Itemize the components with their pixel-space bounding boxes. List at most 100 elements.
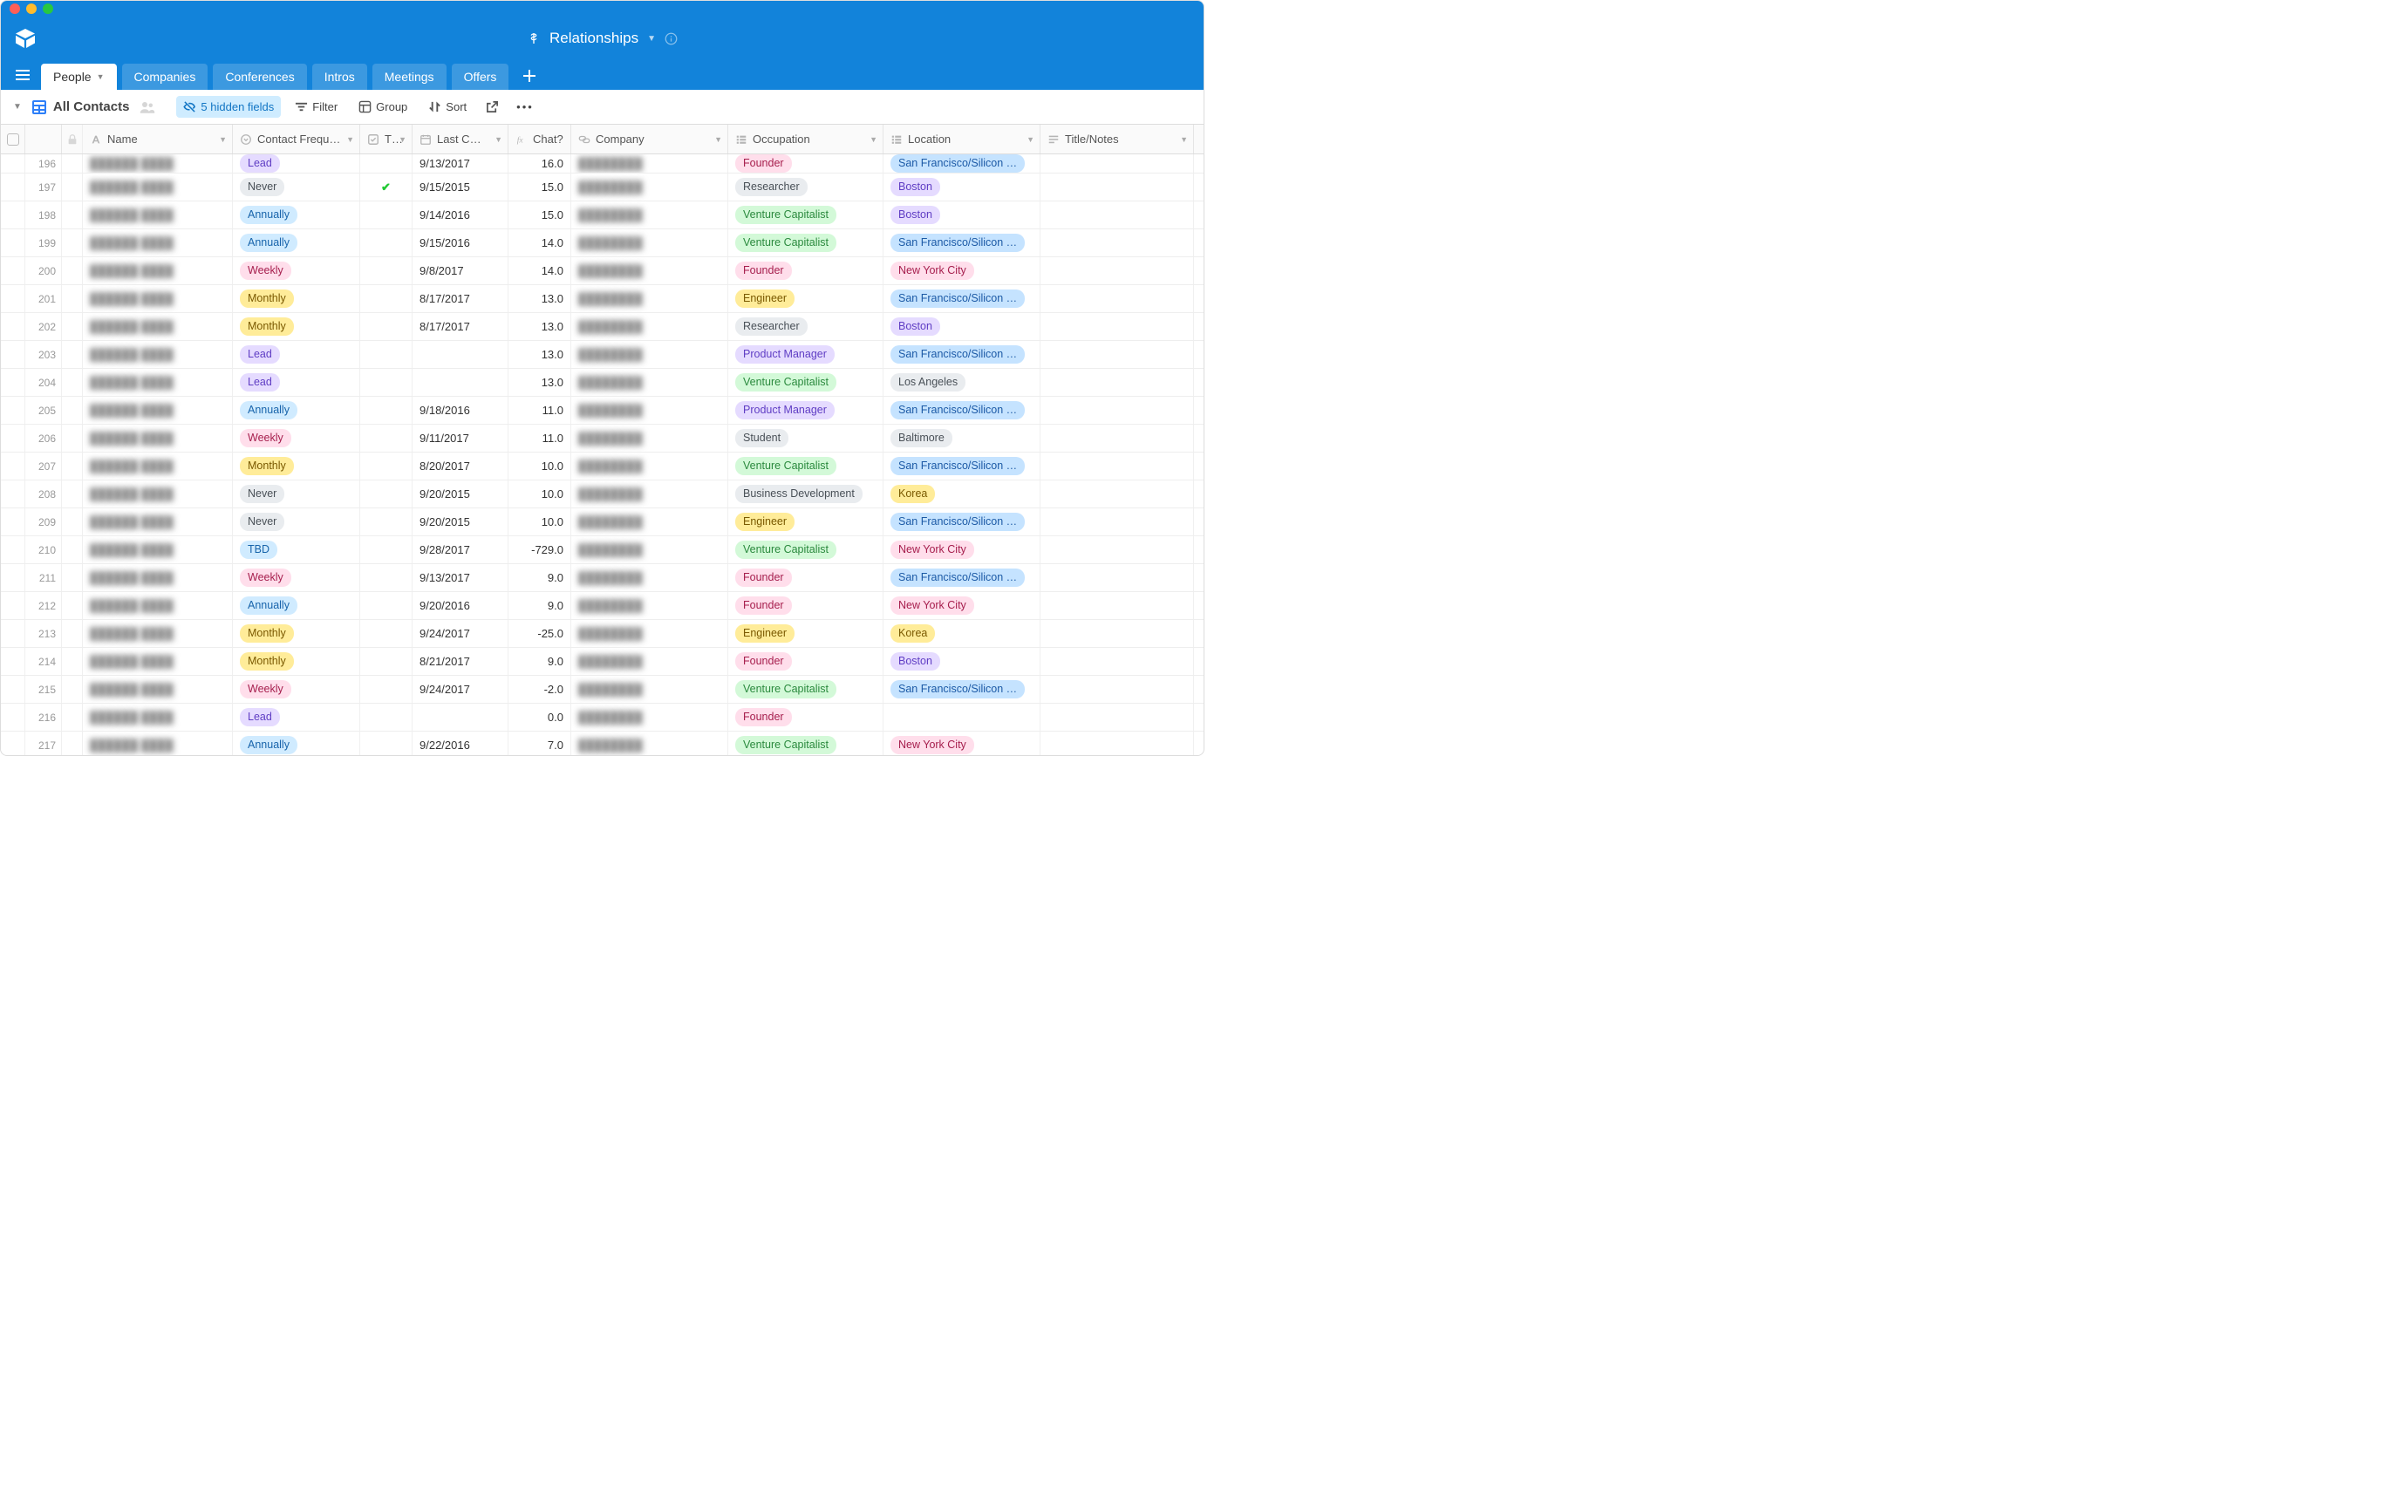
company-cell[interactable]: ████████	[571, 564, 728, 591]
chat-cell[interactable]: 13.0	[508, 369, 571, 396]
location-cell[interactable]: New York City	[883, 592, 1040, 619]
location-cell[interactable]: San Francisco/Silicon …	[883, 285, 1040, 312]
location-cell[interactable]: New York City	[883, 536, 1040, 563]
row-checkbox-cell[interactable]	[1, 229, 25, 256]
t-cell[interactable]	[360, 341, 413, 368]
window-zoom-button[interactable]	[43, 3, 53, 14]
row-checkbox-cell[interactable]	[1, 257, 25, 284]
location-cell[interactable]: San Francisco/Silicon …	[883, 397, 1040, 424]
row-checkbox-cell[interactable]	[1, 732, 25, 755]
table-row[interactable]: 207██████ ████Monthly8/20/201710.0██████…	[1, 453, 1204, 480]
chat-cell[interactable]: 13.0	[508, 285, 571, 312]
last-c-cell[interactable]	[413, 369, 508, 396]
occupation-cell[interactable]: Founder	[728, 257, 883, 284]
column-header-contact-frequency[interactable]: Contact Frequ…▼	[233, 125, 360, 153]
contact-frequency-cell[interactable]: Monthly	[233, 620, 360, 647]
table-row[interactable]: 212██████ ████Annually9/20/20169.0██████…	[1, 592, 1204, 620]
last-c-cell[interactable]: 8/17/2017	[413, 285, 508, 312]
row-checkbox-cell[interactable]	[1, 174, 25, 201]
location-cell[interactable]: San Francisco/Silicon …	[883, 154, 1040, 173]
name-cell[interactable]: ██████ ████	[83, 480, 233, 507]
last-c-cell[interactable]: 8/17/2017	[413, 313, 508, 340]
t-cell[interactable]	[360, 648, 413, 675]
company-cell[interactable]: ████████	[571, 313, 728, 340]
last-c-cell[interactable]: 9/20/2015	[413, 480, 508, 507]
table-row[interactable]: 217██████ ████Annually9/22/20167.0██████…	[1, 732, 1204, 755]
location-cell[interactable]	[883, 704, 1040, 731]
column-header-company[interactable]: Company▼	[571, 125, 728, 153]
table-row[interactable]: 197██████ ████Never✔9/15/201515.0███████…	[1, 174, 1204, 201]
table-tab[interactable]: Conferences	[213, 64, 306, 90]
contact-frequency-cell[interactable]: Monthly	[233, 648, 360, 675]
last-c-cell[interactable]: 9/20/2016	[413, 592, 508, 619]
title-notes-cell[interactable]	[1040, 313, 1194, 340]
data-grid[interactable]: Name▼ Contact Frequ…▼ T…▼ Last C…▼ fxCha…	[1, 125, 1204, 755]
name-cell[interactable]: ██████ ████	[83, 425, 233, 452]
last-c-cell[interactable]: 9/24/2017	[413, 676, 508, 703]
view-name[interactable]: All Contacts	[53, 99, 130, 114]
company-cell[interactable]: ████████	[571, 425, 728, 452]
chat-cell[interactable]: 10.0	[508, 480, 571, 507]
t-cell[interactable]	[360, 453, 413, 480]
t-cell[interactable]	[360, 229, 413, 256]
contact-frequency-cell[interactable]: Weekly	[233, 564, 360, 591]
contact-frequency-cell[interactable]: Never	[233, 508, 360, 535]
base-title-caret-icon[interactable]: ▼	[647, 34, 656, 44]
last-c-cell[interactable]	[413, 341, 508, 368]
company-cell[interactable]: ████████	[571, 341, 728, 368]
occupation-cell[interactable]: Researcher	[728, 174, 883, 201]
t-cell[interactable]	[360, 154, 413, 173]
contact-frequency-cell[interactable]: Monthly	[233, 313, 360, 340]
last-c-cell[interactable]: 8/21/2017	[413, 648, 508, 675]
column-menu-caret[interactable]: ▼	[1180, 135, 1188, 144]
column-menu-caret[interactable]: ▼	[399, 135, 406, 144]
company-cell[interactable]: ████████	[571, 154, 728, 173]
row-checkbox-cell[interactable]	[1, 154, 25, 173]
t-cell[interactable]	[360, 285, 413, 312]
window-close-button[interactable]	[10, 3, 20, 14]
row-checkbox-cell[interactable]	[1, 536, 25, 563]
title-notes-cell[interactable]	[1040, 508, 1194, 535]
title-notes-cell[interactable]	[1040, 174, 1194, 201]
contact-frequency-cell[interactable]: Weekly	[233, 257, 360, 284]
row-checkbox-cell[interactable]	[1, 397, 25, 424]
table-row[interactable]: 210██████ ████TBD9/28/2017-729.0████████…	[1, 536, 1204, 564]
company-cell[interactable]: ████████	[571, 620, 728, 647]
title-notes-cell[interactable]	[1040, 257, 1194, 284]
t-cell[interactable]	[360, 676, 413, 703]
company-cell[interactable]: ████████	[571, 201, 728, 228]
name-cell[interactable]: ██████ ████	[83, 453, 233, 480]
occupation-cell[interactable]: Founder	[728, 704, 883, 731]
t-cell[interactable]	[360, 620, 413, 647]
location-cell[interactable]: Boston	[883, 648, 1040, 675]
location-cell[interactable]: Boston	[883, 313, 1040, 340]
column-header-title-notes[interactable]: Title/Notes▼	[1040, 125, 1194, 153]
table-row[interactable]: 200██████ ████Weekly9/8/201714.0████████…	[1, 257, 1204, 285]
row-checkbox-cell[interactable]	[1, 285, 25, 312]
column-header-chat[interactable]: fxChat?	[508, 125, 571, 153]
info-icon[interactable]	[665, 32, 678, 45]
name-cell[interactable]: ██████ ████	[83, 154, 233, 173]
table-row[interactable]: 203██████ ████Lead13.0████████Product Ma…	[1, 341, 1204, 369]
occupation-cell[interactable]: Venture Capitalist	[728, 536, 883, 563]
contact-frequency-cell[interactable]: Annually	[233, 592, 360, 619]
tab-caret-icon[interactable]: ▼	[97, 72, 105, 81]
table-tab[interactable]: Companies	[122, 64, 208, 90]
chat-cell[interactable]: 15.0	[508, 174, 571, 201]
contact-frequency-cell[interactable]: Annually	[233, 201, 360, 228]
t-cell[interactable]	[360, 704, 413, 731]
contact-frequency-cell[interactable]: Never	[233, 480, 360, 507]
chat-cell[interactable]: 13.0	[508, 341, 571, 368]
t-cell[interactable]	[360, 508, 413, 535]
company-cell[interactable]: ████████	[571, 704, 728, 731]
title-notes-cell[interactable]	[1040, 732, 1194, 755]
title-notes-cell[interactable]	[1040, 564, 1194, 591]
name-cell[interactable]: ██████ ████	[83, 313, 233, 340]
location-cell[interactable]: San Francisco/Silicon …	[883, 229, 1040, 256]
company-cell[interactable]: ████████	[571, 229, 728, 256]
row-checkbox-cell[interactable]	[1, 508, 25, 535]
title-notes-cell[interactable]	[1040, 480, 1194, 507]
share-button[interactable]	[481, 96, 504, 118]
t-cell[interactable]	[360, 732, 413, 755]
occupation-cell[interactable]: Engineer	[728, 285, 883, 312]
